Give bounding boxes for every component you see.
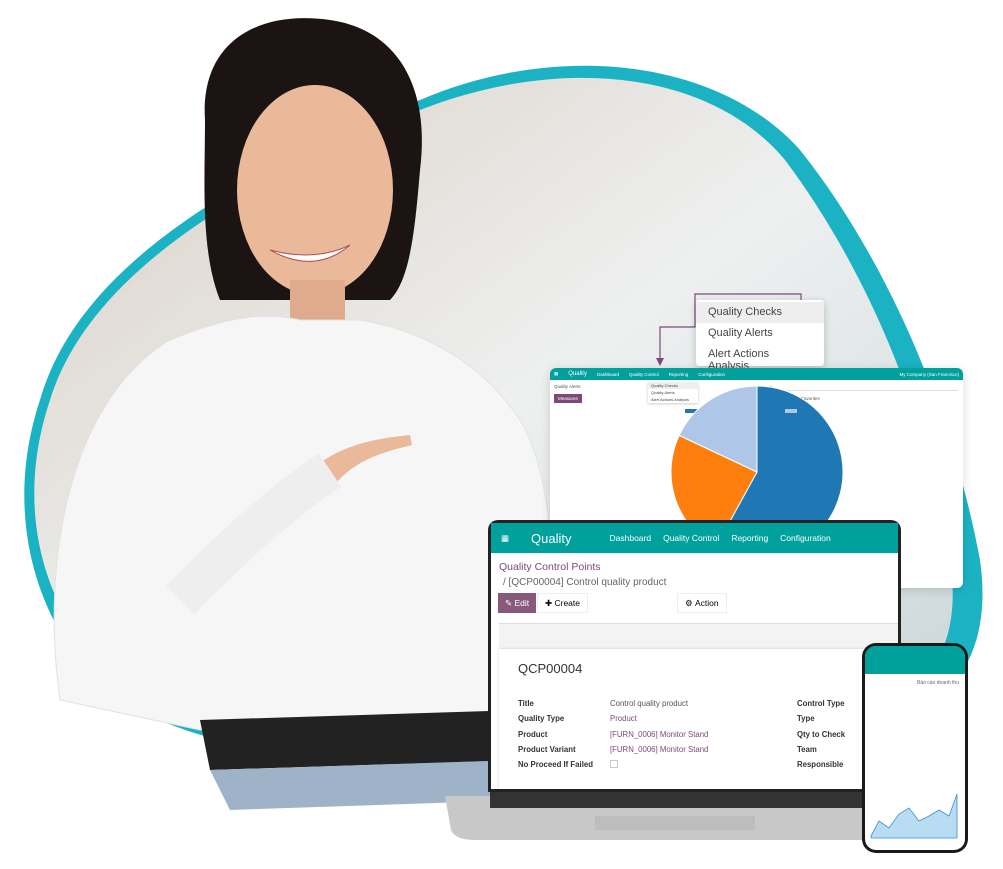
field-value[interactable]: [FURN_0006] Monitor Stand <box>610 730 708 739</box>
right-field-label: Team <box>797 744 817 754</box>
laptop-base <box>445 792 907 840</box>
nav-quality-control[interactable]: Quality Control <box>663 533 719 543</box>
menu-item-alert-actions-analysis[interactable]: Alert Actions Analysis <box>696 344 824 372</box>
form-card: QCP00004 Title Control quality product Con… <box>499 649 898 789</box>
field-label: No Proceed If Failed <box>518 760 593 770</box>
right-field-label: Responsible <box>797 760 844 770</box>
breadcrumb-current: / [QCP00004] Control quality product <box>503 577 667 588</box>
laptop-navbar: ▦ Quality Dashboard Quality Control Repo… <box>491 523 898 553</box>
field-label: Product <box>518 729 548 739</box>
nav-dashboard[interactable]: Dashboard <box>610 533 652 543</box>
field-label: Title <box>518 699 534 708</box>
action-button[interactable]: ⚙ Action <box>677 593 727 613</box>
laptop: ▦ Quality Dashboard Quality Control Repo… <box>488 520 901 792</box>
phone-area-chart <box>870 793 958 839</box>
right-field-label: Type <box>797 714 815 724</box>
create-button[interactable]: ✚ Create <box>537 593 588 613</box>
field-label: Quality Type <box>518 714 565 724</box>
field-value[interactable]: [FURN_0006] Monitor Stand <box>610 745 708 754</box>
apps-icon[interactable]: ▦ <box>501 533 509 544</box>
nav-reporting[interactable]: Reporting <box>731 533 768 543</box>
brand: Quality <box>531 530 572 546</box>
field-value: Control quality product <box>610 699 689 708</box>
right-field-label: Qty to Check <box>797 729 846 739</box>
edit-button[interactable]: ✎ Edit <box>498 593 537 613</box>
record-title: QCP00004 <box>518 661 583 676</box>
create-label: Create <box>554 598 580 608</box>
legend-swatch <box>785 409 797 413</box>
breadcrumb-parent-link[interactable]: Quality Control Points <box>499 561 601 573</box>
field-value[interactable]: Product <box>610 714 637 723</box>
right-field-label: Control Type <box>797 699 845 708</box>
field-label: Product Variant <box>518 744 576 754</box>
reporting-menu-popup: Quality Checks Quality Alerts Alert Acti… <box>696 300 824 372</box>
edit-label: Edit <box>514 598 530 608</box>
woman-pointing-photo <box>53 18 553 810</box>
nav-configuration[interactable]: Configuration <box>780 533 831 543</box>
action-label: Action <box>694 598 719 608</box>
menu-item-quality-alerts[interactable]: Quality Alerts <box>696 323 824 344</box>
menu-item-quality-checks[interactable]: Quality Checks <box>696 302 824 323</box>
phone-report-title: Báo cáo doanh thu <box>917 680 959 686</box>
no-proceed-checkbox[interactable] <box>610 760 618 769</box>
phone: Báo cáo doanh thu <box>862 643 968 853</box>
